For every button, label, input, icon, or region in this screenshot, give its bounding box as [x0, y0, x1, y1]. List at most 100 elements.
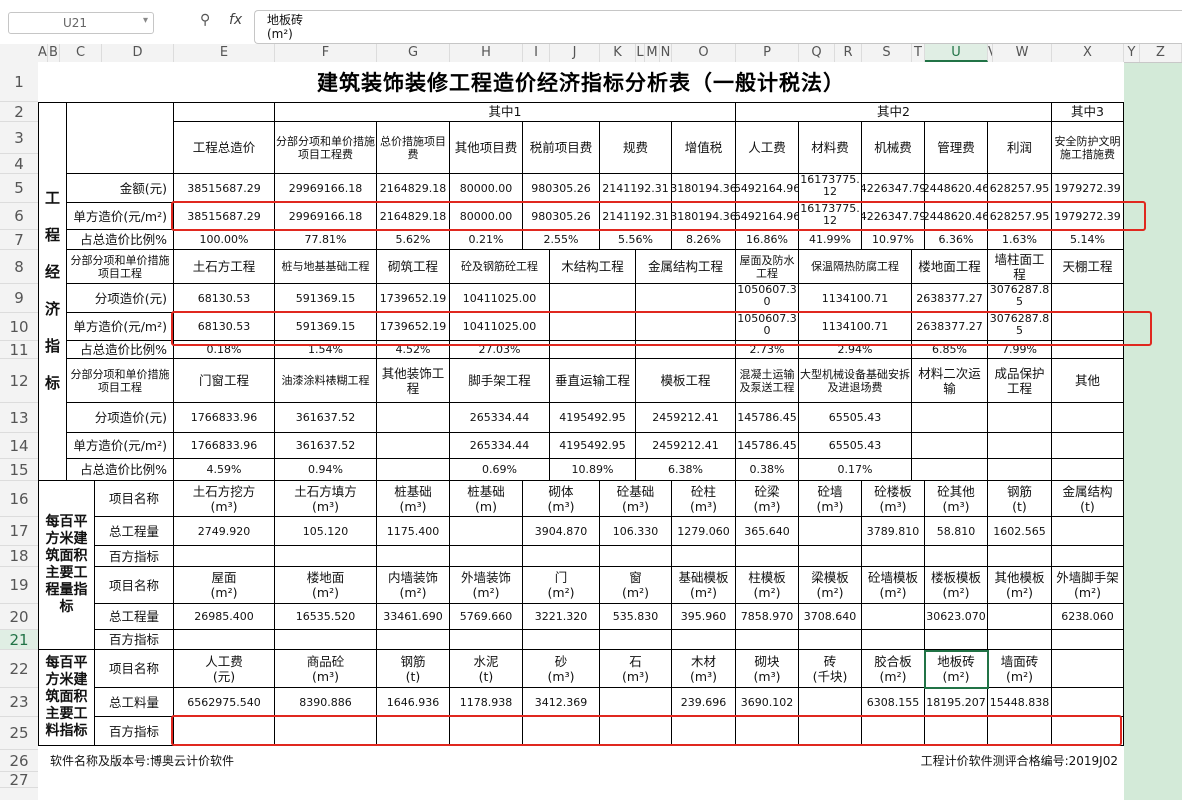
table-cell[interactable]	[275, 546, 377, 567]
row-header-2[interactable]: 2	[0, 102, 38, 122]
item-header[interactable]: 屋面 (m²)	[174, 567, 275, 604]
column-header-o[interactable]: O	[672, 44, 736, 62]
table-cell[interactable]	[925, 630, 988, 650]
row-header-17[interactable]: 17	[0, 517, 38, 546]
table-cell[interactable]	[988, 604, 1052, 630]
table-cell[interactable]	[377, 630, 450, 650]
item-header[interactable]: 楼地面 (m²)	[275, 567, 377, 604]
table-cell[interactable]: 16173775.12	[799, 174, 862, 203]
table-cell[interactable]: 2141192.31	[600, 203, 672, 230]
cost-header[interactable]: 分部分项和单价措施项目工程费	[275, 122, 377, 174]
item-header[interactable]: 墙柱面工程	[988, 250, 1052, 284]
table-cell[interactable]: 58.810	[925, 517, 988, 546]
column-header-j[interactable]: J	[550, 44, 600, 62]
table-cell[interactable]	[912, 403, 988, 433]
table-cell[interactable]	[736, 630, 799, 650]
table-cell[interactable]: 5.62%	[377, 230, 450, 250]
table-cell[interactable]: 361637.52	[275, 403, 377, 433]
table-cell[interactable]	[1052, 433, 1124, 459]
column-header-b[interactable]: B	[48, 44, 60, 62]
table-cell[interactable]: 16535.520	[275, 604, 377, 630]
row-header-20[interactable]: 20	[0, 604, 38, 630]
cost-header[interactable]: 人工费	[736, 122, 799, 174]
item-header[interactable]: 梁模板 (m²)	[799, 567, 862, 604]
item-header[interactable]: 砼楼板 (m³)	[862, 481, 925, 517]
row-header-25[interactable]: 25	[0, 717, 38, 750]
table-cell[interactable]: 7.99%	[988, 341, 1052, 359]
table-cell[interactable]	[600, 630, 672, 650]
row-label[interactable]: 占总造价比例%	[67, 459, 174, 481]
row-header-16[interactable]: 16	[0, 481, 38, 517]
table-cell[interactable]: 1766833.96	[174, 433, 275, 459]
table-cell[interactable]	[450, 546, 523, 567]
table-cell[interactable]: 38515687.29	[174, 174, 275, 203]
table-cell[interactable]: 980305.26	[523, 203, 600, 230]
table-cell[interactable]: 2459212.41	[636, 403, 736, 433]
table-cell[interactable]	[862, 717, 925, 746]
item-header[interactable]: 门 (m²)	[523, 567, 600, 604]
row-header-27[interactable]: 27	[0, 771, 38, 789]
table-cell[interactable]	[377, 546, 450, 567]
table-cell[interactable]	[636, 341, 736, 359]
table-cell[interactable]: 1178.938	[450, 688, 523, 717]
item-header[interactable]: 其他装饰工程	[377, 359, 450, 403]
table-cell[interactable]: 2164829.18	[377, 174, 450, 203]
item-header[interactable]: 砼柱 (m³)	[672, 481, 736, 517]
table-cell[interactable]	[377, 433, 450, 459]
item-header[interactable]: 水泥 (t)	[450, 650, 523, 688]
table-cell[interactable]	[1052, 717, 1124, 746]
table-cell[interactable]: 628257.95	[988, 203, 1052, 230]
table-cell[interactable]: 1739652.19	[377, 284, 450, 313]
table-cell[interactable]: 0.94%	[275, 459, 377, 481]
table-cell[interactable]	[450, 717, 523, 746]
name-box[interactable]: U21 ▾	[8, 12, 154, 34]
column-header-t[interactable]: T	[912, 44, 925, 62]
table-cell[interactable]: 1766833.96	[174, 403, 275, 433]
table-cell[interactable]	[377, 717, 450, 746]
table-cell[interactable]: 6492164.96	[736, 174, 799, 203]
table-cell[interactable]: 6562975.540	[174, 688, 275, 717]
table-cell[interactable]	[1052, 517, 1124, 546]
table-cell[interactable]: 6.36%	[925, 230, 988, 250]
table-cell[interactable]: 15448.838	[988, 688, 1052, 717]
table-cell[interactable]: 2448620.46	[925, 203, 988, 230]
table-cell[interactable]	[600, 717, 672, 746]
table-cell[interactable]	[988, 403, 1052, 433]
group-header-1[interactable]: 其中1	[275, 102, 736, 122]
row-header-14[interactable]: 14	[0, 433, 38, 459]
table-cell[interactable]: 2.55%	[523, 230, 600, 250]
cost-header[interactable]: 增值税	[672, 122, 736, 174]
active-cell[interactable]	[924, 650, 989, 689]
item-header[interactable]: 石 (m³)	[600, 650, 672, 688]
table-cell[interactable]: 535.830	[600, 604, 672, 630]
item-header[interactable]: 金属结构工程	[636, 250, 736, 284]
table-cell[interactable]: 1134100.71	[799, 284, 912, 313]
table-cell[interactable]: 3412.369	[523, 688, 600, 717]
table-cell[interactable]	[925, 717, 988, 746]
column-header-r[interactable]: R	[835, 44, 862, 62]
column-header-l[interactable]: L	[636, 44, 645, 62]
table-cell[interactable]: 6492164.96	[736, 203, 799, 230]
item-header[interactable]: 保温隔热防腐工程	[799, 250, 912, 284]
item-header[interactable]: 混凝土运输及泵送工程	[736, 359, 799, 403]
column-header-k[interactable]: K	[600, 44, 636, 62]
column-header-y[interactable]: Y	[1124, 44, 1140, 62]
chevron-down-icon[interactable]: ▾	[143, 15, 148, 26]
column-header-u[interactable]: U	[925, 44, 988, 62]
table-cell[interactable]	[736, 546, 799, 567]
table-cell[interactable]	[1052, 341, 1124, 359]
row-header-9[interactable]: 9	[0, 284, 38, 313]
table-cell[interactable]: 10.97%	[862, 230, 925, 250]
table-cell[interactable]: 80000.00	[450, 174, 523, 203]
table-cell[interactable]	[275, 717, 377, 746]
item-header[interactable]: 脚手架工程	[450, 359, 550, 403]
table-cell[interactable]	[799, 517, 862, 546]
table-cell[interactable]: 2.73%	[736, 341, 799, 359]
table-cell[interactable]	[1052, 688, 1124, 717]
table-cell[interactable]: 3076287.85	[988, 313, 1052, 341]
row-label[interactable]: 分部分项和单价措施项目工程	[67, 250, 174, 284]
table-cell[interactable]: 38515687.29	[174, 203, 275, 230]
table-cell[interactable]: 2638377.27	[912, 313, 988, 341]
section-label-material-index[interactable]: 每百平方米建筑面积主要工料指标	[38, 650, 95, 746]
row-header-8[interactable]: 8	[0, 250, 38, 284]
